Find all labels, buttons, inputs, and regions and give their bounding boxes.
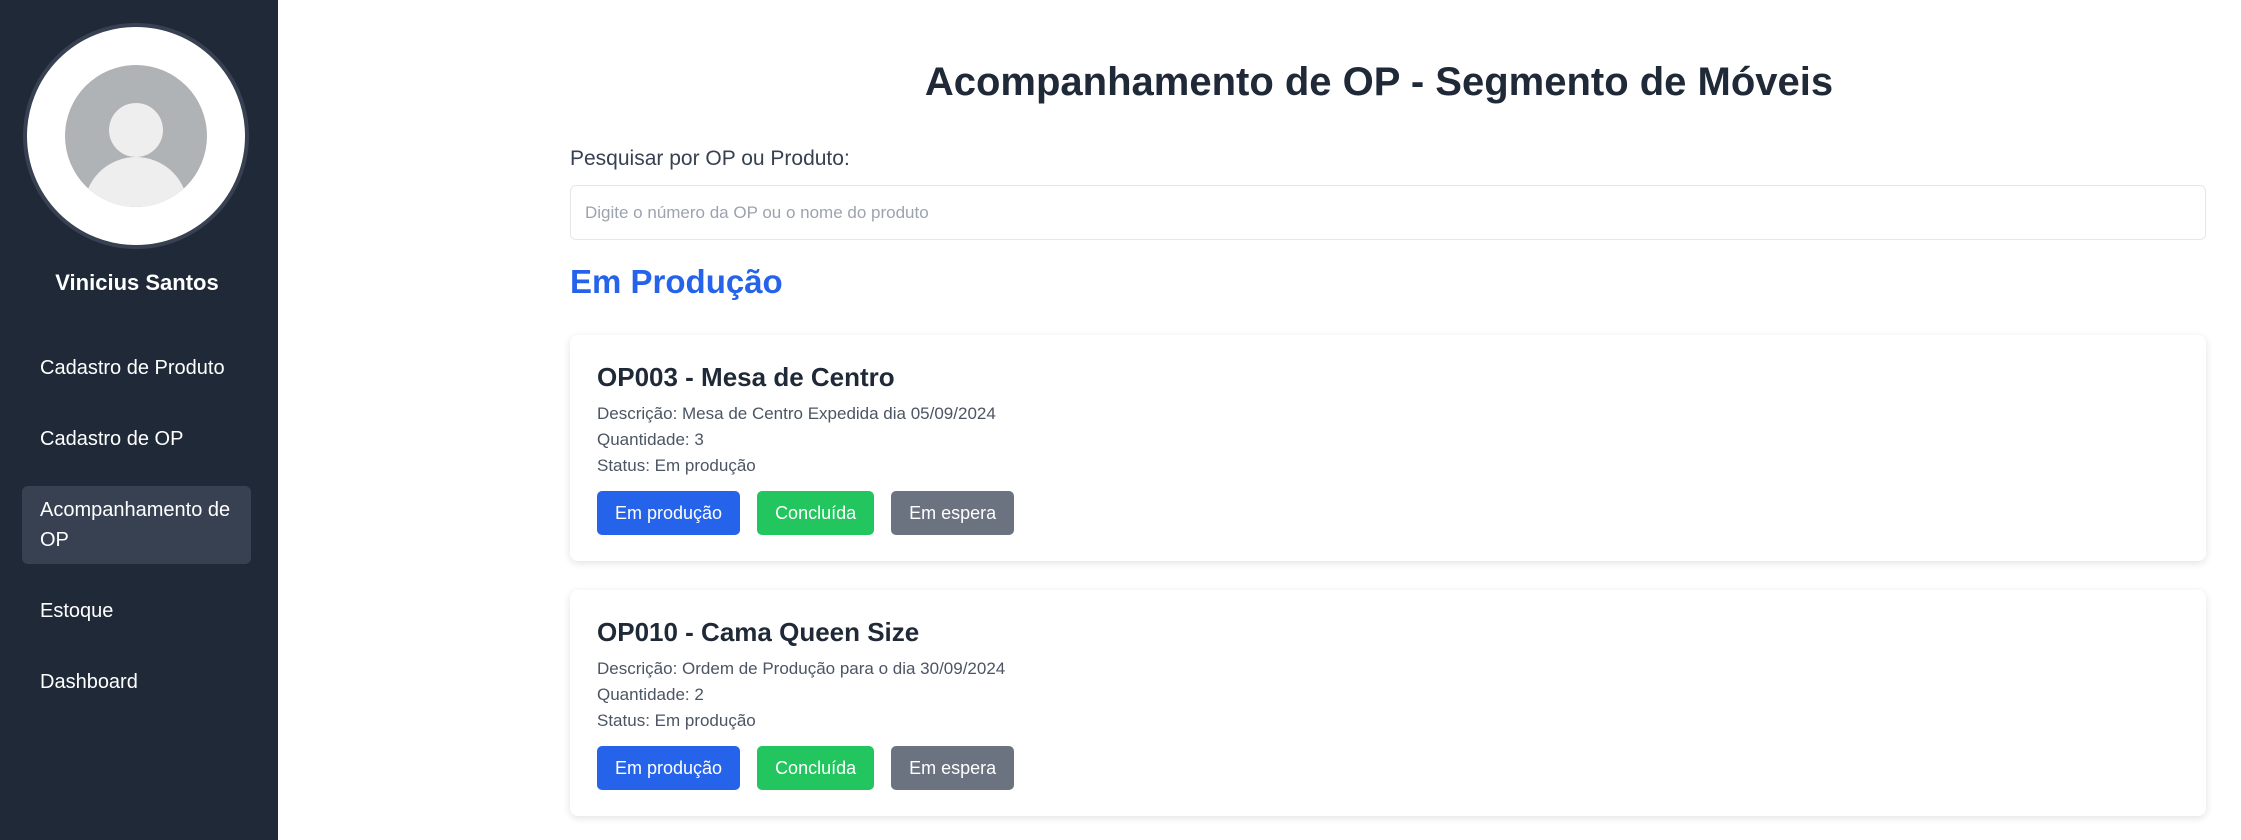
search-label: Pesquisar por OP ou Produto: [570, 147, 850, 170]
user-avatar-icon [65, 65, 207, 207]
order-description: Descrição: Ordem de Produção para o dia … [597, 659, 1006, 678]
order-description: Descrição: Mesa de Centro Expedida dia 0… [597, 404, 996, 423]
concluida-button[interactable]: Concluída [757, 491, 875, 535]
sidebar-nav: Cadastro de Produto Cadastro de OP Acomp… [22, 344, 251, 729]
sidebar-item-acompanhamento-op[interactable]: Acompanhamento de OP [22, 486, 251, 564]
order-title: OP010 - Cama Queen Size [597, 617, 920, 647]
em-espera-button[interactable]: Em espera [891, 491, 1015, 535]
search-input[interactable] [570, 185, 2206, 240]
section-title-em-producao: Em Produção [570, 263, 783, 300]
sidebar-item-estoque[interactable]: Estoque [22, 587, 251, 635]
main-content: Acompanhamento de OP - Segmento de Móvei… [278, 0, 2241, 840]
order-card: OP003 - Mesa de Centro Descrição: Mesa d… [570, 335, 2206, 561]
page-title: Acompanhamento de OP - Segmento de Móvei… [924, 60, 1834, 104]
avatar-body-shape [84, 157, 188, 207]
order-title: OP003 - Mesa de Centro [597, 362, 895, 392]
user-name: Vinicius Santos [55, 270, 219, 295]
order-actions: Em produção Concluída Em espera [597, 491, 2179, 535]
em-espera-button[interactable]: Em espera [891, 746, 1015, 790]
sidebar-item-cadastro-produto[interactable]: Cadastro de Produto [22, 344, 251, 392]
order-actions: Em produção Concluída Em espera [597, 746, 2179, 790]
order-status: Status: Em produção [597, 711, 756, 730]
sidebar-item-dashboard[interactable]: Dashboard [22, 658, 251, 706]
em-producao-button[interactable]: Em produção [597, 746, 741, 790]
order-quantity: Quantidade: 2 [597, 685, 704, 704]
concluida-button[interactable]: Concluída [757, 746, 875, 790]
avatar [23, 23, 249, 249]
em-producao-button[interactable]: Em produção [597, 491, 741, 535]
avatar-head-shape [109, 103, 163, 157]
sidebar-item-cadastro-op[interactable]: Cadastro de OP [22, 415, 251, 463]
app-root: Vinicius Santos Cadastro de Produto Cada… [0, 0, 2241, 840]
sidebar: Vinicius Santos Cadastro de Produto Cada… [0, 0, 278, 840]
order-status: Status: Em produção [597, 456, 756, 475]
order-quantity: Quantidade: 3 [597, 430, 704, 449]
order-card: OP010 - Cama Queen Size Descrição: Ordem… [570, 590, 2206, 816]
